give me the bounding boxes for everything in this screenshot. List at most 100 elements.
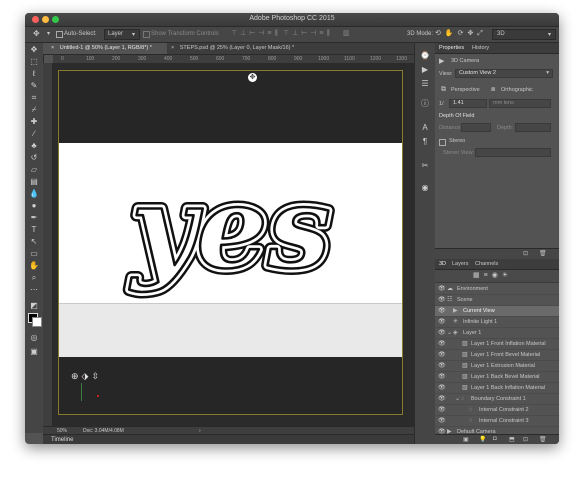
orthographic-icon[interactable]: ⧈ xyxy=(491,86,495,94)
tab-3d[interactable]: 3D xyxy=(439,261,446,267)
paragraph-panel-icon[interactable]: ¶ xyxy=(420,137,430,147)
3d-panel-icon[interactable]: ◉ xyxy=(420,183,430,193)
eye-icon[interactable]: 👁 xyxy=(438,361,446,371)
depth-input[interactable] xyxy=(515,123,551,132)
actions-panel-icon[interactable]: ▶ xyxy=(420,65,430,75)
tab-steps-psd[interactable]: × STEPS.psd @ 25% (Layer 0, Layer Mask/1… xyxy=(163,43,321,54)
expand-arrow-icon[interactable]: ⌄ xyxy=(455,394,460,404)
delete-icon[interactable]: 🗑 xyxy=(539,436,547,443)
stereo-checkbox[interactable] xyxy=(439,139,446,146)
timeline-label[interactable]: Timeline xyxy=(51,437,73,443)
canvas-area[interactable]: ✥ yes yes yes ⊕⬗⇳ xyxy=(53,63,423,428)
eye-icon[interactable]: 👁 xyxy=(438,284,446,294)
new-scene-icon[interactable]: ▣ xyxy=(463,436,469,443)
document-canvas[interactable]: ✥ yes yes yes ⊕⬗⇳ xyxy=(58,70,403,415)
healing-brush-tool-icon[interactable]: ✚ xyxy=(29,117,39,127)
quick-select-tool-icon[interactable]: ✎ xyxy=(29,81,39,91)
info-panel-icon[interactable]: ⓘ xyxy=(420,99,430,109)
eye-icon[interactable]: 👁 xyxy=(438,317,446,327)
lasso-tool-icon[interactable]: ℓ xyxy=(29,69,39,79)
tab-properties[interactable]: Properties xyxy=(439,45,464,51)
layer-row[interactable]: 👁 ▧ Layer 1 Front Inflation Material xyxy=(435,339,559,350)
3d-mode-icons[interactable]: ⟲✋⟳✥⤢ xyxy=(435,29,487,38)
layer-row[interactable]: 👁 ⌄ ◌ Boundary Constraint 1 xyxy=(435,394,559,405)
distribute-icons[interactable]: ⊤⊥⊢⊣≡⫼ xyxy=(283,29,333,38)
layer-row[interactable]: 👁 ☷ Scene xyxy=(435,295,559,306)
eye-icon[interactable]: 👁 xyxy=(438,295,446,305)
character-panel-icon[interactable]: A xyxy=(420,123,430,133)
eraser-tool-icon[interactable]: ▱ xyxy=(29,165,39,175)
more-tools-icon[interactable]: ⋯ xyxy=(29,285,39,295)
tab-channels[interactable]: Channels xyxy=(475,261,498,267)
layer-row[interactable]: 👁 ◌ Internal Constraint 3 xyxy=(435,416,559,427)
layer-row-selected[interactable]: 👁 ▶ Current View xyxy=(435,306,559,317)
tab-layers[interactable]: Layers xyxy=(452,261,469,267)
auto-select-target-select[interactable]: Layer ▾ xyxy=(104,29,140,40)
tab-history[interactable]: History xyxy=(472,45,489,51)
eye-icon[interactable]: 👁 xyxy=(438,416,446,426)
layer-row[interactable]: 👁 ▧ Layer 1 Front Bevel Material xyxy=(435,350,559,361)
orthographic-label[interactable]: Orthographic xyxy=(501,87,533,93)
path-select-tool-icon[interactable]: ↖ xyxy=(29,237,39,247)
auto-select-checkbox[interactable] xyxy=(56,31,63,38)
layer-row[interactable]: 👁 ▧ Layer 1 Extrusion Material xyxy=(435,361,559,372)
layer-row[interactable]: 👁 ☁ Environment xyxy=(435,284,559,295)
lens-input[interactable]: mm lens xyxy=(489,99,551,108)
3d-axis-widget-icon[interactable]: ✥ xyxy=(248,73,257,82)
layer-comps-icon[interactable]: ☰ xyxy=(420,79,430,89)
workspace-select[interactable]: 3D ▾ xyxy=(492,29,556,40)
3d-navigation-icons[interactable]: ⊕⬗⇳ xyxy=(71,371,102,382)
distance-input[interactable] xyxy=(461,123,491,132)
crop-tool-icon[interactable]: ⌗ xyxy=(29,93,39,103)
history-brush-tool-icon[interactable]: ↺ xyxy=(29,153,39,163)
eye-icon[interactable]: 👁 xyxy=(438,350,446,360)
view-select[interactable]: Custom View 2 ▾ xyxy=(455,69,553,78)
field-value-input[interactable]: 1.41 xyxy=(449,99,487,108)
layer-row[interactable]: 👁 ⌄ ◈ Layer 1 xyxy=(435,328,559,339)
tool-preset-dropdown[interactable]: ▾ xyxy=(47,30,50,37)
screen-mode-icon[interactable]: ▣ xyxy=(29,347,39,357)
eye-icon[interactable]: 👁 xyxy=(438,405,446,415)
auto-align-icon[interactable]: ▥ xyxy=(343,29,350,37)
show-transform-checkbox[interactable] xyxy=(143,31,150,38)
zoom-tool-icon[interactable]: ⌕ xyxy=(29,273,39,283)
layer-row[interactable]: 👁 ✳ Infinite Light 1 xyxy=(435,317,559,328)
blur-tool-icon[interactable]: 💧 xyxy=(29,189,39,199)
camera-icon[interactable]: ◘ xyxy=(493,436,497,442)
filter-icons[interactable]: ▦≡◉☀ xyxy=(473,271,512,279)
eye-icon[interactable]: 👁 xyxy=(438,306,446,316)
tab-close-icon[interactable]: × xyxy=(171,45,174,51)
reset-icon[interactable]: ⊡ xyxy=(523,250,528,257)
align-icons[interactable]: ⊤⊥⊢⊣≡⫼ xyxy=(231,29,281,38)
light-bulb-icon[interactable]: 💡 xyxy=(479,436,486,443)
dodge-tool-icon[interactable]: ● xyxy=(29,201,39,211)
new-layer-icon[interactable]: ⊡ xyxy=(523,436,528,443)
layer-row[interactable]: 👁 ◌ Internal Constraint 2 xyxy=(435,405,559,416)
eye-icon[interactable]: 👁 xyxy=(438,383,446,393)
perspective-label[interactable]: Perspective xyxy=(451,87,480,93)
background-color-swatch[interactable] xyxy=(32,317,42,327)
delete-icon[interactable]: 🗑 xyxy=(539,250,547,257)
move-tool-icon[interactable]: ✥ xyxy=(29,45,39,55)
stereo-view-select[interactable] xyxy=(475,148,551,157)
expand-arrow-icon[interactable]: ⌄ xyxy=(447,328,452,338)
pen-tool-icon[interactable]: ✒ xyxy=(29,213,39,223)
default-colors-icon[interactable]: ◩ xyxy=(29,301,39,311)
tool-presets-icon[interactable]: ✂ xyxy=(420,161,430,171)
rectangle-tool-icon[interactable]: ▭ xyxy=(29,249,39,259)
move-tool-icon[interactable]: ✥ xyxy=(33,29,40,38)
clone-stamp-tool-icon[interactable]: ♣ xyxy=(29,141,39,151)
marquee-tool-icon[interactable]: ⬚ xyxy=(29,57,39,67)
tab-close-icon[interactable]: × xyxy=(51,45,54,51)
history-panel-icon[interactable]: ⌚ xyxy=(420,51,430,61)
eye-icon[interactable]: 👁 xyxy=(438,339,446,349)
tab-untitled-1[interactable]: × Untitled-1 @ 50% (Layer 1, RGB/8*) * xyxy=(43,43,167,54)
eye-icon[interactable]: 👁 xyxy=(438,372,446,382)
quick-mask-icon[interactable]: ◎ xyxy=(29,333,39,343)
gradient-tool-icon[interactable]: ▤ xyxy=(29,177,39,187)
render-icon[interactable]: ⬒ xyxy=(509,436,515,443)
eye-icon[interactable]: 👁 xyxy=(438,394,446,404)
layer-row[interactable]: 👁 ▧ Layer 1 Back Bevel Material xyxy=(435,372,559,383)
eye-icon[interactable]: 👁 xyxy=(438,328,446,338)
brush-tool-icon[interactable]: ∕ xyxy=(29,129,39,139)
